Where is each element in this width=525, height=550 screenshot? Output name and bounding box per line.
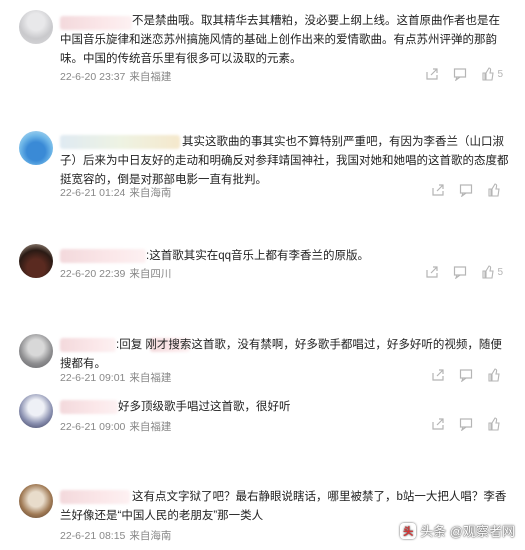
avatar[interactable] [19,131,53,165]
avatar[interactable] [19,334,53,368]
watermark: 头 头条 @观察者网 [400,521,515,540]
comment-location: 来自福建 [129,372,172,384]
comment-actions [431,417,503,431]
like-icon [481,67,495,81]
comment-actions: 5 [425,265,503,279]
comment-meta: 22-6-21 09:01 来自福建 [60,370,171,385]
comment-meta: 22-6-20 23:37 来自福建 [60,69,171,84]
comment-time: 22-6-21 09:01 [60,372,126,384]
comment-text-body: 其实这歌曲的事其实也不算特别严重吧，有因为李香兰（山口淑子）后来为中日友好的走动… [60,136,509,186]
comment-time: 22-6-20 22:39 [60,268,126,280]
comment-time: 22-6-20 23:37 [60,71,126,83]
reply-icon[interactable] [453,265,467,279]
like-icon [481,265,495,279]
comment-time: 22-6-21 09:00 [60,421,126,433]
comment-actions [431,368,503,382]
comment-text-body: 好多顶级歌手唱过这首歌，很好听 [118,401,291,413]
like-icon [487,183,501,197]
like-count: 5 [497,68,503,80]
share-icon[interactable] [431,368,445,382]
comment-meta: 22-6-20 22:39 来自四川 [60,266,171,281]
share-icon[interactable] [431,417,445,431]
share-icon[interactable] [425,67,439,81]
toutiao-logo-icon: 头 [400,522,417,539]
comment-text-body: 这有点文字狱了吧？最右静眼说瞎话，哪里被禁了，b站一大把人唱？李香兰好像还是“中… [60,491,507,522]
like-icon [487,417,501,431]
like-icon [487,368,501,382]
comment-actions [431,183,503,197]
like-button[interactable] [487,417,503,431]
avatar[interactable] [19,244,53,278]
comment-text: 其实这歌曲的事其实也不算特别严重吧，有因为李香兰（山口淑子）后来为中日友好的走动… [60,133,510,190]
share-icon[interactable] [431,183,445,197]
comment-location: 来自福建 [129,421,172,433]
comment-text-body: 不是禁曲哦。取其精华去其糟粕，没必要上纲上线。这首原曲作者也是在中国音乐旋律和迷… [60,15,500,65]
avatar[interactable] [19,394,53,428]
share-icon[interactable] [425,265,439,279]
comment-time: 22-6-21 01:24 [60,187,126,199]
comment-location: 来自四川 [129,268,172,280]
reply-icon[interactable] [459,368,473,382]
like-button[interactable]: 5 [481,67,503,81]
comment-text: 不是禁曲哦。取其精华去其糟粕，没必要上纲上线。这首原曲作者也是在中国音乐旋律和迷… [60,12,510,69]
reply-icon[interactable] [459,183,473,197]
comment-location: 来自海南 [129,187,172,199]
comment-text-body: :这首歌其实在qq音乐上都有李香兰的原版。 [146,250,369,262]
comment-meta: 22-6-21 08:15 来自海南 [60,528,171,543]
comment-text-body: :回复 刚才搜索这首歌，没有禁啊，好多歌手都唱过，好多好听的视频，随便搜都有。 [60,339,502,370]
like-button[interactable] [487,183,503,197]
comment-location: 来自海南 [129,530,172,542]
comment-meta: 22-6-21 09:00 来自福建 [60,419,171,434]
watermark-text: 头条 @观察者网 [420,524,515,539]
comment-actions: 5 [425,67,503,81]
comment-location: 来自福建 [129,71,172,83]
like-count: 5 [497,266,503,278]
comment-time: 22-6-21 08:15 [60,530,126,542]
comment-text: :这首歌其实在qq音乐上都有李香兰的原版。 [60,247,510,266]
reply-icon[interactable] [459,417,473,431]
avatar[interactable] [19,484,53,518]
reply-icon[interactable] [453,67,467,81]
avatar[interactable] [19,10,53,44]
like-button[interactable] [487,368,503,382]
comment-meta: 22-6-21 01:24 来自海南 [60,185,171,200]
like-button[interactable]: 5 [481,265,503,279]
comment-text: 好多顶级歌手唱过这首歌，很好听 [60,398,510,417]
